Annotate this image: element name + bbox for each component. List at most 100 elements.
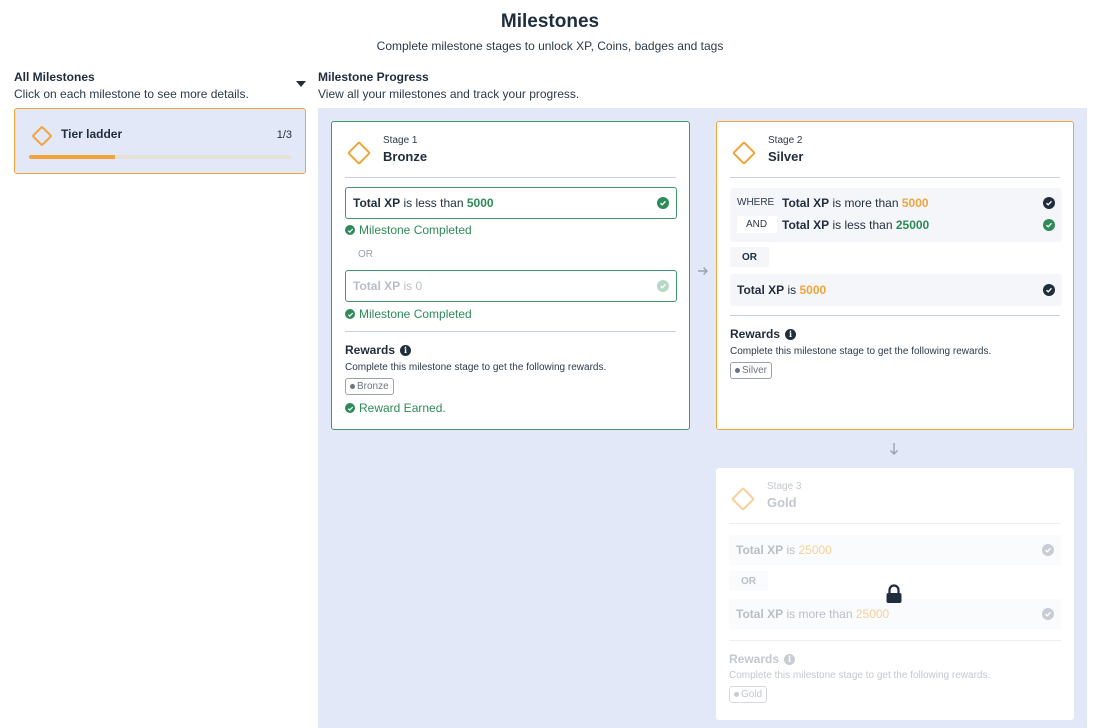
milestone-progress-bar <box>29 155 291 159</box>
condition-label: Total XP <box>353 279 401 293</box>
info-icon[interactable]: i <box>400 344 412 356</box>
condition-value: 25000 <box>798 543 832 557</box>
check-circle-icon <box>345 225 355 235</box>
rewards-label: Rewards <box>345 343 396 357</box>
stage-number: Stage 3 <box>767 481 802 492</box>
reward-badge: Gold <box>729 686 768 703</box>
condition-row: Total XP is less than 5000 <box>345 187 677 219</box>
milestone-progress-title: Milestone Progress <box>318 70 429 84</box>
stage-number: Stage 1 <box>383 135 418 146</box>
rewards-title: Rewards i <box>730 327 797 341</box>
info-icon[interactable]: i <box>785 328 797 340</box>
all-milestones-title: All Milestones <box>14 70 95 84</box>
badge-dot <box>735 368 740 373</box>
condition-row: Total XP is 5000 <box>730 274 1062 306</box>
condition-row: WHERE Total XP is more than 5000 <box>730 194 1062 214</box>
badge-label: Bronze <box>357 381 389 392</box>
stage-name: Bronze <box>383 149 428 164</box>
completed-label: Milestone Completed <box>359 223 472 237</box>
condition-label: Total XP <box>782 196 830 210</box>
milestone-progress-fill <box>29 155 116 159</box>
page-header: Milestones Complete milestone stages to … <box>0 0 1100 53</box>
stage-card-bronze[interactable]: Stage 1 Bronze Total XP is less than 500… <box>331 121 690 430</box>
divider <box>729 523 1061 524</box>
stage-name: Silver <box>768 149 804 164</box>
condition-operator: is more than <box>832 196 899 210</box>
condition-label: Total XP <box>353 196 401 210</box>
arrow-down-icon <box>890 443 898 455</box>
rewards-label: Rewards <box>729 652 780 666</box>
badge-dot <box>734 692 739 697</box>
stages-panel: Stage 1 Bronze Total XP is less than 500… <box>318 108 1087 728</box>
rewards-subtitle: Complete this milestone stage to get the… <box>345 362 607 373</box>
check-circle-icon <box>1042 608 1054 620</box>
check-circle-icon <box>1043 219 1055 231</box>
divider <box>345 177 676 178</box>
check-circle-icon <box>1043 197 1055 209</box>
page-subtitle: Complete milestone stages to unlock XP, … <box>376 39 724 53</box>
check-circle-icon <box>1042 544 1054 556</box>
check-circle-icon <box>345 403 355 413</box>
or-separator: OR <box>729 571 768 591</box>
stage-number: Stage 2 <box>768 135 803 146</box>
rewards-subtitle: Complete this milestone stage to get the… <box>730 346 992 357</box>
condition-operator: is more than <box>786 607 853 621</box>
info-icon[interactable]: i <box>784 653 796 665</box>
all-milestones-section: All Milestones Click on each milestone t… <box>14 70 306 174</box>
diamond-icon <box>732 141 756 165</box>
arrow-right-icon <box>698 267 708 275</box>
rewards-subtitle: Complete this milestone stage to get the… <box>729 670 991 681</box>
condition-value: 5000 <box>901 196 929 210</box>
lock-icon <box>886 584 902 603</box>
condition-operator: is <box>786 543 796 557</box>
reward-earned: Reward Earned. <box>345 401 446 415</box>
diamond-icon <box>32 126 52 146</box>
rewards-label: Rewards <box>730 327 781 341</box>
milestone-completed: Milestone Completed <box>345 223 472 237</box>
caret-down-icon[interactable] <box>296 81 306 87</box>
condition-label: Total XP <box>736 607 784 621</box>
stage-name: Gold <box>767 495 797 510</box>
condition-value: 0 <box>415 279 423 293</box>
condition-row: AND Total XP is less than 25000 <box>730 216 1062 236</box>
diamond-icon <box>731 487 755 511</box>
rewards-title: Rewards i <box>729 652 796 666</box>
condition-label: Total XP <box>782 218 830 232</box>
badge-label: Gold <box>741 689 763 700</box>
condition-joiner: WHERE <box>737 197 775 208</box>
condition-row: Total XP is 0 <box>345 270 677 302</box>
condition-label: Total XP <box>736 543 784 557</box>
divider <box>345 331 676 332</box>
condition-operator: is <box>403 279 413 293</box>
condition-operator: is <box>787 283 797 297</box>
check-circle-icon <box>1043 284 1055 296</box>
page-title: Milestones <box>500 11 600 32</box>
badge-dot <box>350 384 355 389</box>
completed-label: Milestone Completed <box>359 307 472 321</box>
divider <box>730 177 1060 178</box>
milestone-progress-subtitle: View all your milestones and track your … <box>318 87 580 101</box>
check-circle-icon <box>657 280 669 292</box>
reward-badge: Silver <box>730 362 773 379</box>
badge-label: Silver <box>742 365 768 376</box>
condition-operator: is less than <box>832 218 893 232</box>
condition-value: 25000 <box>895 218 930 232</box>
or-separator: OR <box>358 249 373 260</box>
condition-value: 5000 <box>466 196 494 210</box>
reward-badge: Bronze <box>345 378 394 395</box>
milestone-progress-header: Milestone Progress View all your milesto… <box>318 70 579 101</box>
milestone-name: Tier ladder <box>61 127 123 141</box>
condition-value: 5000 <box>799 283 827 297</box>
check-circle-icon <box>657 197 669 209</box>
condition-label: Total XP <box>737 283 785 297</box>
milestone-count: 1/3 <box>276 129 292 141</box>
milestone-card-tier-ladder[interactable]: Tier ladder 1/3 <box>14 108 306 174</box>
condition-operator: is less than <box>403 196 464 210</box>
condition-value: 25000 <box>855 607 890 621</box>
reward-earned-label: Reward Earned. <box>359 401 446 415</box>
rewards-title: Rewards i <box>345 343 412 357</box>
stage-card-silver[interactable]: Stage 2 Silver WHERE Total XP is more th… <box>716 121 1074 430</box>
check-circle-icon <box>345 309 355 319</box>
divider <box>730 315 1060 316</box>
all-milestones-subtitle: Click on each milestone to see more deta… <box>14 87 249 101</box>
